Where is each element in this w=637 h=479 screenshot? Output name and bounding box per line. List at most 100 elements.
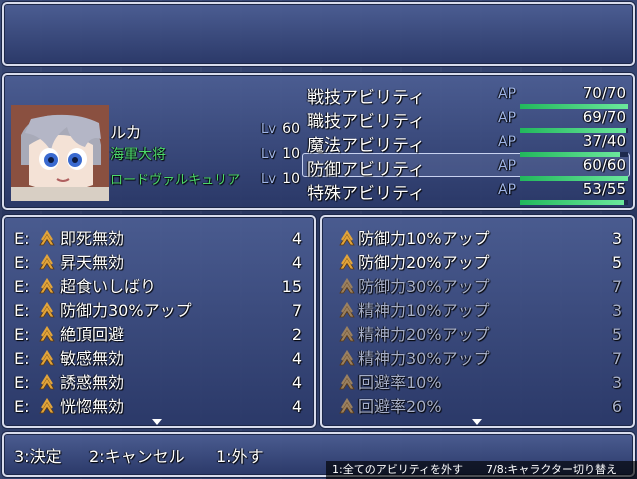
chevron-up-icon (38, 397, 56, 416)
confirm-key-hint: 3:決定 (14, 447, 62, 466)
equipped-marker: E: (14, 229, 30, 248)
ability-cost: 3 (611, 301, 622, 320)
ability-label: 回避率10% (358, 373, 442, 392)
available-ability-item[interactable]: 防御力10%アップ 3 (336, 227, 626, 251)
ability-cost: 3 (611, 229, 622, 248)
ability-label: 即死無効 (60, 229, 125, 248)
equipped-marker: E: (14, 325, 30, 344)
ability-label: 精神力30%アップ (358, 349, 490, 368)
ability-cost: 2 (291, 325, 302, 344)
ability-category-label: 職技アビリティ (307, 112, 425, 132)
chevron-up-icon (338, 397, 356, 416)
available-ability-item[interactable]: 回避率20% 6 (336, 395, 626, 419)
available-ability-item[interactable]: 防御力20%アップ 5 (336, 251, 626, 275)
class-primary-level: 10 (282, 146, 300, 162)
ap-label: AP (498, 86, 517, 102)
chevron-up-icon (38, 325, 56, 344)
chevron-up-icon (338, 349, 356, 368)
equipped-marker: E: (14, 277, 30, 296)
top-info-window (2, 2, 635, 66)
arrow-down-icon[interactable] (472, 419, 482, 425)
ability-cost: 5 (611, 253, 622, 272)
ability-cost: 3 (611, 373, 622, 392)
ability-category-label: 防御アビリティ (307, 160, 425, 180)
chevron-up-icon (38, 229, 56, 248)
ability-label: 昇天無効 (60, 253, 125, 272)
ability-label: 精神力20%アップ (358, 325, 490, 344)
ability-cost: 5 (611, 325, 622, 344)
cancel-key-hint: 2:キャンセル (89, 447, 185, 466)
remove-all-hint: 1:全てのアビリティを外す (332, 463, 464, 476)
chevron-up-icon (338, 229, 356, 248)
ability-cost: 7 (611, 277, 622, 296)
equipped-marker: E: (14, 349, 30, 368)
character-portrait (11, 105, 109, 201)
arrow-down-icon[interactable] (152, 419, 162, 425)
equipped-ability-item[interactable]: E: 昇天無効 4 (14, 251, 304, 275)
equipped-ability-item[interactable]: E: 恍惚無効 4 (14, 395, 304, 419)
ability-label: 超食いしばり (60, 277, 157, 296)
class-primary: 海軍大将 (110, 147, 166, 163)
ability-cost: 7 (291, 301, 302, 320)
chevron-up-icon (338, 325, 356, 344)
ability-label: 防御力10%アップ (358, 229, 490, 248)
equipped-ability-item[interactable]: E: 超食いしばり 15 (14, 275, 304, 299)
ability-category-label: 特殊アビリティ (307, 184, 425, 204)
class-secondary-level: 10 (282, 171, 300, 187)
ability-label: 絶頂回避 (60, 325, 125, 344)
ability-label: 恍惚無効 (60, 397, 125, 416)
ability-cost: 15 (281, 277, 302, 296)
equipped-marker: E: (14, 373, 30, 392)
available-ability-item[interactable]: 精神力30%アップ 7 (336, 347, 626, 371)
equipped-marker: E: (14, 253, 30, 272)
ability-cost: 4 (291, 349, 302, 368)
ap-value: 60/60 (582, 156, 626, 174)
ap-value: 37/40 (582, 132, 626, 150)
ap-value: 53/55 (582, 180, 626, 198)
ap-value: 70/70 (582, 84, 626, 102)
equipped-ability-item[interactable]: E: 敏感無効 4 (14, 347, 304, 371)
ap-label: AP (498, 134, 517, 150)
class-secondary-level-label: Lv (261, 172, 276, 187)
available-abilities-window: 防御力10%アップ 3 防御力20%アップ 5 防御力30%アップ 7 精神力10%アップ 3… (320, 215, 635, 428)
switch-character-hint: 7/8:キャラクター切り替え (486, 463, 617, 476)
available-ability-item[interactable]: 防御力30%アップ 7 (336, 275, 626, 299)
ability-cost: 4 (291, 397, 302, 416)
ability-cost: 7 (611, 349, 622, 368)
chevron-up-icon (38, 253, 56, 272)
available-ability-item[interactable]: 回避率10% 3 (336, 371, 626, 395)
ability-cost: 6 (611, 397, 622, 416)
class-secondary: ロードヴァルキュリア (110, 173, 241, 188)
chevron-up-icon (338, 277, 356, 296)
ability-cost: 4 (291, 373, 302, 392)
available-ability-item[interactable]: 精神力10%アップ 3 (336, 299, 626, 323)
chevron-up-icon (38, 301, 56, 320)
equipped-ability-item[interactable]: E: 即死無効 4 (14, 227, 304, 251)
ability-label: 防御力30%アップ (60, 301, 192, 320)
portrait-image (11, 105, 109, 201)
equipped-ability-item[interactable]: E: 防御力30%アップ 7 (14, 299, 304, 323)
ability-cost: 4 (291, 229, 302, 248)
equipped-ability-item[interactable]: E: 誘惑無効 4 (14, 371, 304, 395)
character-name: ルカ (110, 123, 142, 142)
ap-gauge (520, 200, 628, 205)
equipped-marker: E: (14, 301, 30, 320)
ability-label: 誘惑無効 (60, 373, 125, 392)
status-window: ルカ 海軍大将 ロードヴァルキュリア Lv 60 Lv 10 Lv 10 戦技ア… (2, 73, 635, 210)
ability-category-label: 戦技アビリティ (307, 88, 425, 108)
ability-label: 精神力10%アップ (358, 301, 490, 320)
ap-value: 69/70 (582, 108, 626, 126)
ap-label: AP (498, 182, 517, 198)
ability-label: 防御力30%アップ (358, 277, 490, 296)
ability-label: 敏感無効 (60, 349, 125, 368)
equipped-abilities-window: E: 即死無効 4 E: 昇天無効 4 E: 超食いしばり 15 E: 防御力30%アップ 7 E: 絶頂… (2, 215, 316, 428)
level-value: 60 (282, 121, 300, 137)
remove-key-hint: 1:外す (216, 447, 264, 466)
equipped-ability-item[interactable]: E: 絶頂回避 2 (14, 323, 304, 347)
chevron-up-icon (38, 277, 56, 296)
available-ability-item[interactable]: 精神力20%アップ 5 (336, 323, 626, 347)
ability-cost: 4 (291, 253, 302, 272)
ability-label: 回避率20% (358, 397, 442, 416)
chevron-up-icon (38, 349, 56, 368)
ap-label: AP (498, 158, 517, 174)
